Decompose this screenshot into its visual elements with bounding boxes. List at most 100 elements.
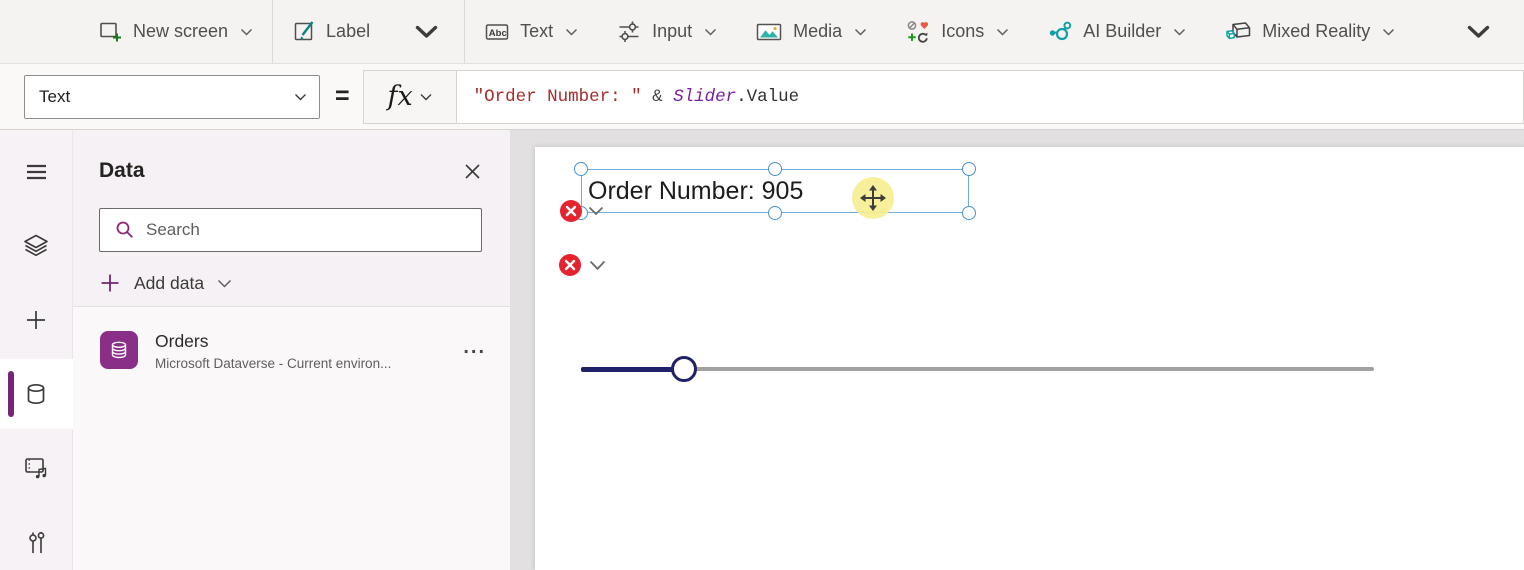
chevron-down-icon — [1383, 28, 1395, 36]
new-screen-icon — [100, 22, 121, 41]
resize-handle-top-left[interactable] — [574, 162, 588, 176]
move-cursor-icon — [860, 185, 886, 211]
media-icon — [756, 23, 782, 40]
nav-settings[interactable] — [0, 520, 73, 564]
formula-token-property: .Value — [736, 86, 800, 107]
nav-insert[interactable] — [0, 298, 73, 342]
data-source-list: Orders Microsoft Dataverse - Current env… — [73, 307, 510, 371]
toolbar-item-media[interactable]: Media — [736, 0, 886, 63]
slider-control[interactable] — [581, 356, 1374, 382]
svg-text:Abc: Abc — [489, 27, 507, 38]
error-badge[interactable] — [559, 254, 581, 276]
resize-handle-bottom-mid[interactable] — [768, 206, 782, 220]
text-icon: Abc — [485, 23, 509, 40]
slider-fill — [581, 366, 685, 372]
left-nav-rail — [0, 130, 73, 570]
toolbar-item-label: Media — [793, 21, 843, 41]
chevron-down-bold-icon — [415, 25, 438, 38]
toolbar-item-label: Input — [652, 21, 693, 41]
toolbar-item-label: Mixed Reality — [1262, 21, 1371, 41]
equals-sign: = — [335, 82, 350, 110]
nav-media[interactable] — [0, 446, 73, 490]
powerapps-studio: New screen Label Abc Text Input Media Ic… — [0, 0, 1524, 570]
data-source-name: Orders — [155, 331, 209, 351]
screen-canvas[interactable]: Order Number: 905 — [535, 147, 1524, 570]
icons-icon — [907, 21, 929, 43]
error-badge[interactable] — [560, 200, 582, 222]
formula-input[interactable]: "Order Number: " & Slider .Value — [456, 69, 1524, 124]
data-panel-header: Data Add data — [73, 130, 510, 307]
toolbar-item-label[interactable]: Label — [273, 0, 389, 63]
toolbar-item-label: Label — [326, 21, 371, 41]
layers-icon — [24, 234, 48, 257]
toolbar-overflow-chevron[interactable] — [1448, 0, 1524, 63]
nav-menu-button[interactable] — [0, 150, 73, 194]
add-data-button[interactable]: Add data — [99, 268, 482, 298]
settings-sliders-icon — [29, 532, 45, 553]
resize-handle-bottom-right[interactable] — [962, 206, 976, 220]
formula-token-entity: Slider — [673, 86, 737, 107]
chevron-down-icon — [566, 28, 578, 36]
formula-token-string: "Order Number: " — [473, 86, 642, 107]
toolbar-item-mixed-reality[interactable]: Mixed Reality — [1205, 0, 1414, 63]
input-icon — [619, 21, 639, 42]
panel-title: Data — [99, 159, 145, 182]
toolbar-item-new-screen[interactable]: New screen — [78, 0, 272, 63]
chevron-down-icon — [218, 279, 232, 288]
more-options-button[interactable]: ... — [463, 337, 486, 357]
toolbar-item-label: Icons — [941, 21, 985, 41]
plus-icon — [101, 274, 119, 292]
insert-toolbar: New screen Label Abc Text Input Media Ic… — [0, 0, 1524, 64]
toolbar-item-ai-builder[interactable]: AI Builder — [1028, 0, 1205, 63]
chevron-down-icon — [420, 93, 432, 100]
chevron-down-icon — [241, 28, 253, 36]
toolbar-item-icons[interactable]: Icons — [886, 0, 1028, 63]
chevron-down-icon — [855, 28, 867, 36]
resize-handle-top-right[interactable] — [962, 162, 976, 176]
chevron-down-icon — [997, 28, 1009, 36]
fx-selector[interactable]: fx — [362, 69, 457, 124]
data-source-description: Microsoft Dataverse - Current environ... — [155, 356, 392, 371]
search-box — [99, 208, 482, 252]
chevron-down-icon — [705, 28, 717, 36]
slider-handle[interactable] — [671, 356, 698, 382]
toolbar-item-input[interactable]: Input — [597, 0, 736, 63]
close-icon[interactable] — [463, 162, 482, 181]
chevron-down-icon — [295, 93, 306, 100]
dataverse-table-tile — [100, 331, 138, 369]
toolbar-item-label: Text — [520, 21, 554, 41]
toolbar-item-label: New screen — [133, 21, 229, 41]
database-icon — [111, 341, 127, 359]
chevron-down-bold-icon — [1467, 25, 1490, 38]
property-selector[interactable]: Text — [24, 74, 320, 119]
plus-icon — [27, 311, 45, 329]
resize-handle-top-mid[interactable] — [768, 162, 782, 176]
data-source-orders[interactable]: Orders Microsoft Dataverse - Current env… — [100, 331, 486, 371]
search-icon — [116, 221, 133, 238]
hamburger-icon — [27, 164, 46, 180]
formula-bar: Text = fx "Order Number: " & Slider .Valu… — [0, 64, 1524, 130]
error-chevron-icon[interactable] — [588, 206, 604, 216]
ai-builder-icon — [1050, 21, 1072, 40]
fx-glyph: fx — [387, 81, 413, 112]
nav-tree-view[interactable] — [0, 224, 73, 268]
property-selector-value: Text — [39, 86, 71, 106]
mixed-reality-icon — [1226, 21, 1251, 39]
label-icon — [294, 20, 314, 40]
error-x-icon — [564, 259, 576, 271]
chevron-down-icon — [1174, 28, 1186, 36]
canvas-background: Order Number: 905 — [510, 130, 1524, 570]
toolbar-item-label: AI Builder — [1083, 21, 1162, 41]
toolbar-item-text[interactable]: Abc Text — [465, 0, 597, 63]
selected-accent-bar — [7, 371, 14, 417]
error-chevron-icon[interactable] — [589, 260, 606, 271]
add-data-label: Add data — [134, 272, 205, 293]
media-library-icon — [25, 458, 47, 479]
formula-token-operator: & — [641, 86, 674, 107]
nav-data[interactable] — [0, 359, 73, 429]
data-panel: Data Add data — [73, 130, 510, 570]
main-region: Data Add data — [0, 130, 1524, 570]
label-expand-chevron[interactable] — [389, 0, 464, 63]
error-x-icon — [565, 205, 577, 217]
search-input[interactable] — [146, 220, 469, 240]
